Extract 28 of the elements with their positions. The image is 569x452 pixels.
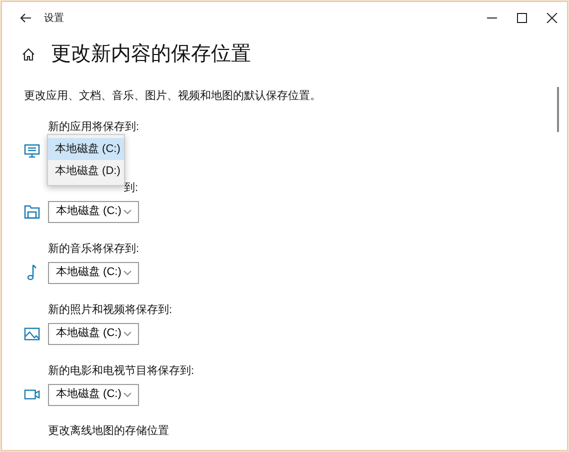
offline-maps-link[interactable]: 更改离线地图的存储位置 bbox=[48, 422, 169, 439]
description-text: 更改应用、文档、音乐、图片、视频和地图的默认保存位置。 bbox=[23, 88, 322, 104]
folder-icon bbox=[24, 204, 40, 219]
section-label: 到: bbox=[123, 180, 140, 196]
window-title: 设置 bbox=[44, 12, 64, 26]
chevron-icon bbox=[123, 208, 132, 214]
section-label: 新的应用将保存到: bbox=[47, 120, 140, 134]
chevron-icon bbox=[123, 270, 132, 276]
section-label: 新的音乐将保存到: bbox=[47, 242, 140, 256]
dropdown-option[interactable]: 本地磁盘 (C:) bbox=[48, 138, 124, 160]
maximize-icon bbox=[516, 13, 528, 23]
section-label: 新的照片和视频将保存到: bbox=[47, 302, 174, 318]
drive-dropdown[interactable]: 本地磁盘 (C:) bbox=[48, 262, 139, 284]
section-label: 新的电影和电视节目将保存到: bbox=[47, 364, 196, 378]
chevron-icon bbox=[123, 392, 132, 398]
drive-dropdown[interactable]: 本地磁盘 (C:) bbox=[48, 384, 139, 406]
video-camera-icon bbox=[24, 389, 40, 400]
monitor-icon bbox=[24, 144, 40, 158]
drive-dropdown[interactable]: 本地磁盘 (C:) bbox=[48, 322, 139, 344]
close-icon bbox=[546, 13, 558, 23]
page-title: 更改新内容的保存位置 bbox=[51, 42, 251, 66]
chevron-icon bbox=[123, 330, 132, 336]
picture-icon bbox=[24, 326, 40, 340]
scroll-bar bbox=[557, 87, 559, 132]
drive-dropdown[interactable]: 本地磁盘 (C:) bbox=[48, 200, 139, 222]
dropdown-option[interactable]: 本地磁盘 (D:) bbox=[48, 160, 124, 182]
back-arrow-icon bbox=[20, 13, 30, 23]
home-icon bbox=[22, 48, 35, 60]
